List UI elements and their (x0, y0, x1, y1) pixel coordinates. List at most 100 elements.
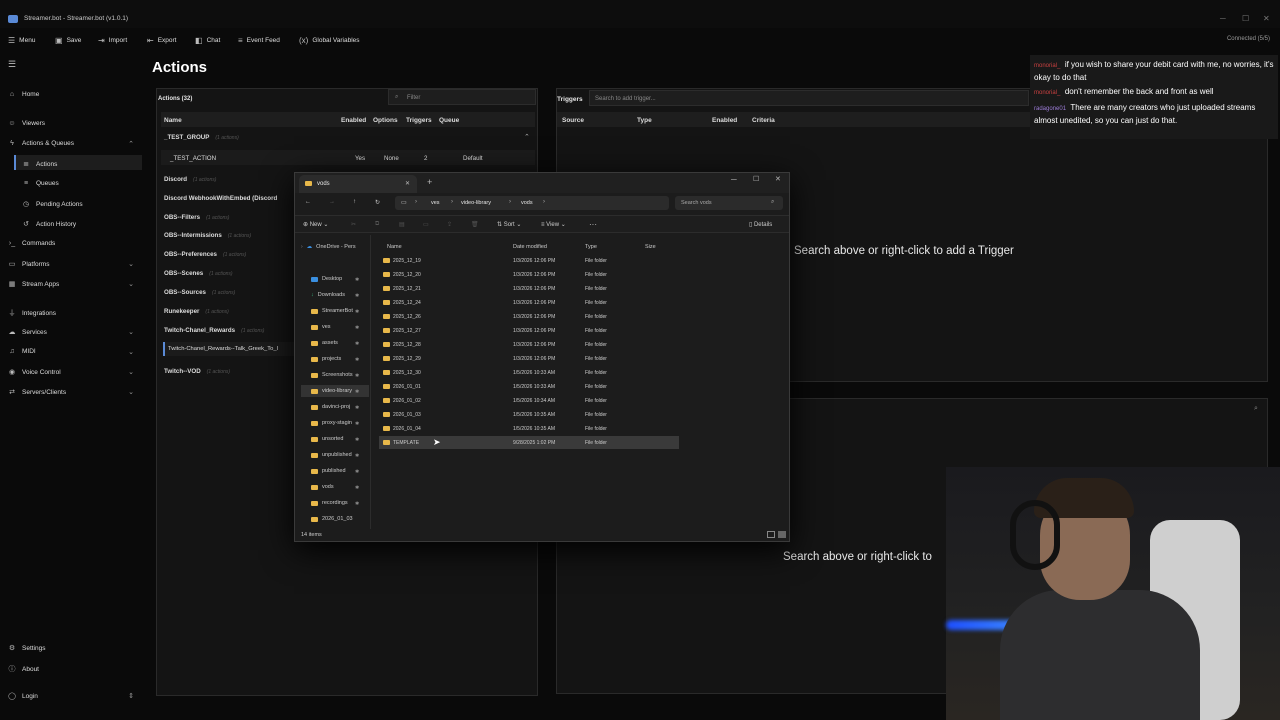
file-row[interactable]: 2025_12_29 1/3/2026 12:06 PM File folder (379, 352, 679, 365)
import-button[interactable]: ⇥ Import (98, 36, 127, 45)
sidebar-item-about[interactable]: ⓘ About (8, 664, 40, 674)
list-view-icon[interactable] (767, 531, 775, 538)
sidebar-item-integrations[interactable]: ⏚ Integrations (8, 308, 56, 318)
nav-item[interactable]: recordings (311, 500, 348, 506)
new-button[interactable]: ⊕ New ⌄ (303, 221, 328, 228)
nav-item-selected[interactable]: video-library (311, 388, 352, 394)
file-row[interactable]: 2025_12_24 1/3/2026 12:06 PM File folder (379, 296, 679, 309)
login-button[interactable]: ◯ Login ⇕ (8, 692, 134, 701)
sidebar-toggle-icon[interactable]: ☰ (8, 59, 16, 70)
file-row[interactable]: 2025_12_21 1/3/2026 12:06 PM File folder (379, 282, 679, 295)
sidebar-item-stream-apps[interactable]: ▦ Stream Apps ⌄ (8, 280, 134, 289)
sidebar-item-services[interactable]: ☁ Services ⌄ (8, 328, 135, 337)
nav-item[interactable]: ves (311, 324, 331, 330)
export-button[interactable]: ⇤ Export (147, 36, 177, 45)
address-bar[interactable]: ▭ › ves › video-library › vods › (395, 196, 669, 210)
nav-item[interactable]: projects (311, 356, 341, 362)
sidebar-item-voice-control[interactable]: ◉ Voice Control ⌄ (8, 368, 134, 377)
sidebar-item-midi[interactable]: ♫ MIDI ⌄ (8, 348, 134, 356)
action-group-row[interactable]: Twitch-Chanel_Rewards (1 actions) (164, 327, 264, 334)
action-group-row[interactable]: OBS--Scenes (1 actions) (164, 270, 233, 277)
breadcrumb-item[interactable]: video-library (461, 200, 491, 206)
share-icon[interactable]: ⇪ (447, 221, 452, 228)
nav-item[interactable]: 2026_01_03 (311, 516, 353, 522)
col-type[interactable]: Type (637, 117, 652, 124)
col-name[interactable]: Name (164, 117, 182, 124)
action-group-row[interactable]: OBS--Preferences (1 actions) (164, 251, 246, 258)
file-row[interactable]: 2025_12_27 1/3/2026 12:06 PM File folder (379, 324, 679, 337)
file-row[interactable]: 2026_01_03 1/5/2026 10:35 AM File folder (379, 408, 679, 421)
nav-item[interactable]: davinci-proj (311, 404, 350, 410)
sidebar-item-platforms[interactable]: ▭ Platforms ⌄ (8, 260, 134, 269)
global-variables-button[interactable]: (x) Global Variables (299, 36, 360, 45)
tiles-view-icon[interactable] (778, 531, 786, 538)
sidebar-item-viewers[interactable]: ☺ Viewers (8, 120, 45, 127)
cut-icon[interactable]: ✂ (351, 221, 356, 228)
col-options[interactable]: Options (373, 117, 398, 124)
file-row[interactable]: 2025_12_30 1/5/2026 10:33 AM File folder (379, 366, 679, 379)
nav-item[interactable]: Screenshots (311, 372, 353, 378)
forward-icon[interactable]: → (329, 199, 335, 205)
up-icon[interactable]: ↑ (353, 199, 356, 205)
explorer-tab[interactable]: vods ✕ (299, 175, 417, 193)
action-group-row[interactable]: Twitch--VOD (1 actions) (164, 368, 230, 375)
maximize-icon[interactable]: ☐ (753, 175, 759, 183)
action-group-row[interactable]: Discord WebhookWithEmbed (Discord (164, 195, 277, 202)
file-row[interactable]: 2025_12_26 1/3/2026 12:06 PM File folder (379, 310, 679, 323)
sidebar-item-settings[interactable]: ⚙ Settings (8, 644, 46, 653)
nav-item[interactable]: proxy-stagin (311, 420, 352, 426)
menu-button[interactable]: ☰ Menu (8, 36, 35, 45)
minimize-icon[interactable]: ─ (731, 175, 737, 184)
action-group-row[interactable]: Discord (1 actions) (164, 176, 216, 183)
file-row[interactable]: 2026_01_01 1/5/2026 10:33 AM File folder (379, 380, 679, 393)
action-group-row[interactable]: Runekeeper (1 actions) (164, 308, 229, 315)
rename-icon[interactable]: ▭ (423, 221, 429, 228)
minimize-icon[interactable]: ─ (1220, 14, 1226, 23)
col-size[interactable]: Size (645, 244, 656, 250)
close-icon[interactable]: ✕ (775, 175, 781, 183)
col-date-modified[interactable]: Date modified (513, 244, 547, 250)
nav-item[interactable]: Desktop (311, 276, 342, 282)
sort-button[interactable]: ⇅ Sort ⌄ (497, 221, 521, 228)
col-file-name[interactable]: Name (387, 244, 402, 250)
sidebar-item-home[interactable]: ⌂ Home (8, 91, 39, 98)
breadcrumb-item[interactable]: vods (521, 200, 533, 206)
actions-filter-input[interactable]: ⌕ Filter (388, 89, 536, 105)
view-button[interactable]: ≡ View ⌄ (541, 221, 566, 228)
chat-button[interactable]: ◧ Chat (195, 36, 220, 45)
trigger-search-input[interactable]: Search to add trigger... (589, 90, 1029, 106)
nav-item[interactable]: › ☁ OneDrive - Pers (301, 244, 356, 250)
sidebar-item-queues[interactable]: ≡ Queues (22, 180, 59, 187)
search-icon[interactable]: ⌕ (1254, 405, 1258, 413)
sidebar-item-actions-queues[interactable]: ϟ Actions & Queues ⌃ (8, 140, 134, 148)
back-icon[interactable]: ← (305, 199, 311, 205)
col-enabled[interactable]: Enabled (341, 117, 366, 124)
file-row[interactable]: 2026_01_04 1/5/2026 10:35 AM File folder (379, 422, 679, 435)
nav-item[interactable]: unpublished (311, 452, 352, 458)
col-source[interactable]: Source (562, 117, 584, 124)
breadcrumb-item[interactable]: ves (431, 200, 440, 206)
file-row[interactable]: 2025_12_20 1/3/2026 12:06 PM File folder (379, 268, 679, 281)
col-type[interactable]: Type (585, 244, 597, 250)
nav-item[interactable]: vods (311, 484, 334, 490)
new-tab-icon[interactable]: + (427, 177, 432, 187)
delete-icon[interactable]: 🗑 (471, 221, 479, 228)
action-group-row[interactable]: OBS--Filters (1 actions) (164, 214, 229, 221)
file-row[interactable]: 2026_01_02 1/5/2026 10:34 AM File folder (379, 394, 679, 407)
event-feed-button[interactable]: ≡ Event Feed (238, 36, 280, 45)
copy-icon[interactable]: ⧉ (375, 221, 379, 228)
col-queue[interactable]: Queue (439, 117, 459, 124)
action-group-row[interactable]: OBS--Intermissions (1 actions) (164, 232, 251, 239)
sidebar-item-actions[interactable]: ≣ Actions (22, 160, 57, 169)
maximize-icon[interactable]: ☐ (1242, 14, 1249, 23)
close-tab-icon[interactable]: ✕ (405, 180, 410, 187)
save-button[interactable]: ▣ Save (55, 36, 81, 45)
nav-item[interactable]: unsorted (311, 436, 343, 442)
sidebar-item-action-history[interactable]: ↺ Action History (22, 220, 76, 229)
close-icon[interactable]: ✕ (1263, 14, 1270, 23)
sidebar-item-servers-clients[interactable]: ⇄ Servers/Clients ⌄ (8, 388, 134, 397)
refresh-icon[interactable]: ↻ (375, 199, 380, 206)
sidebar-item-pending-actions[interactable]: ◷ Pending Actions (22, 200, 83, 209)
action-group-row[interactable]: OBS--Sources (1 actions) (164, 289, 235, 296)
more-icon[interactable]: ··· (589, 220, 597, 229)
